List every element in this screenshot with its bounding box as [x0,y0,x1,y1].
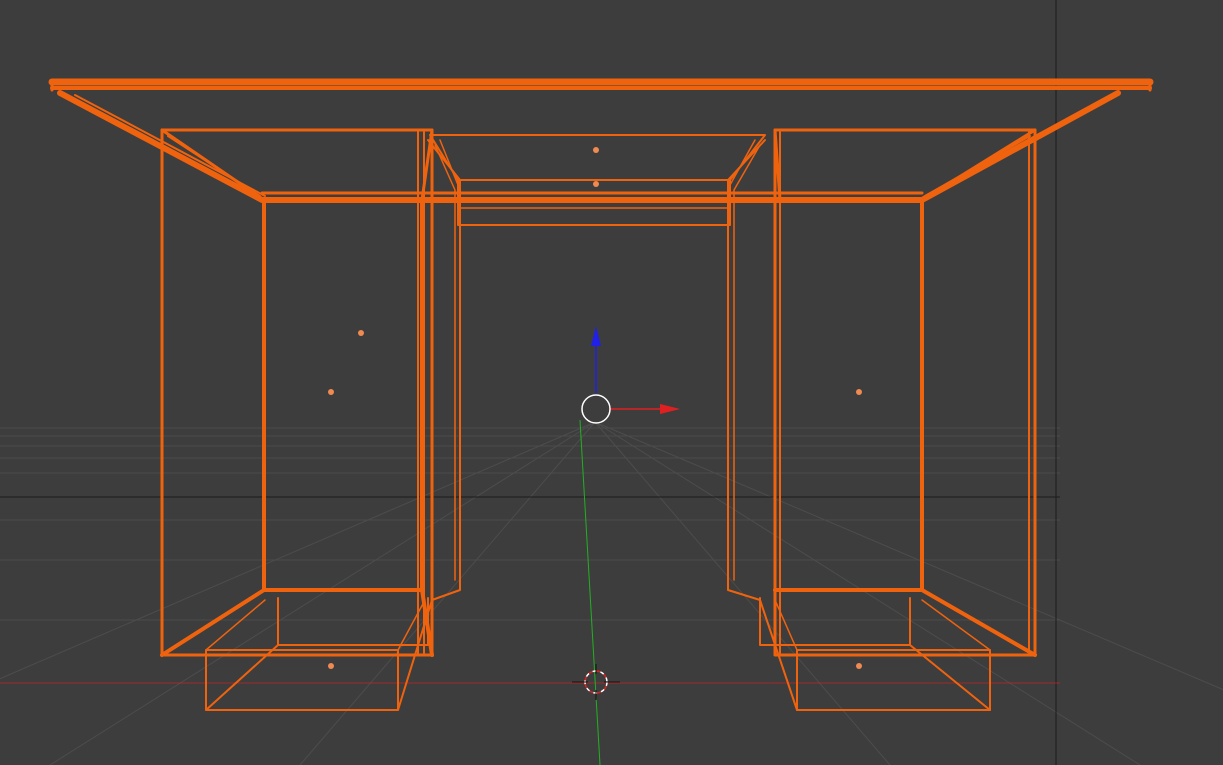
origin-dot [358,330,364,336]
right-pedestal[interactable] [727,128,1037,657]
3d-cursor-icon[interactable] [572,664,620,700]
origin-dot [856,389,862,395]
origin-dot [328,389,334,395]
origin-dot [856,663,862,669]
3d-viewport[interactable] [0,0,1223,765]
origin-dot [593,147,599,153]
y-axis-line [579,419,601,765]
origin-dot [593,181,599,187]
origin-dot [328,663,334,669]
floor-grid [0,421,1223,765]
translate-gizmo-icon[interactable] [581,326,680,424]
gizmo-center-ring[interactable] [581,394,611,424]
tabletop[interactable] [48,78,1154,203]
left-pedestal[interactable] [160,128,461,657]
gizmo-x-arrow-icon[interactable] [660,404,680,414]
gizmo-z-arrow-icon[interactable] [591,326,601,346]
